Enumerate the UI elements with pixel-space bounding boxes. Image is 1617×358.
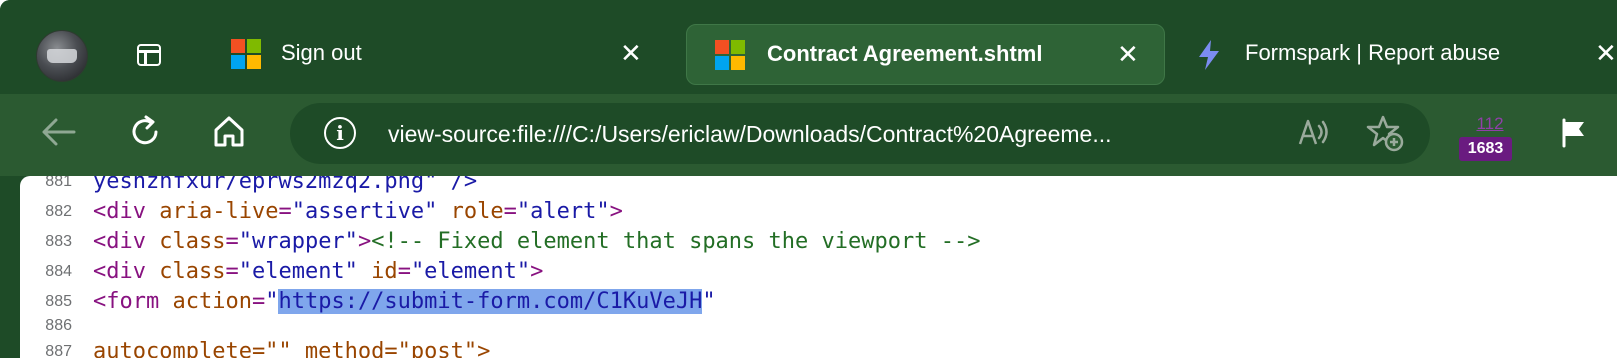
source-line: 884 <div class="element" id="element"> bbox=[20, 256, 1617, 287]
site-info-icon[interactable]: i bbox=[324, 117, 356, 149]
profile-avatar[interactable] bbox=[36, 30, 88, 82]
tab-label: Formspark | Report abuse bbox=[1245, 40, 1501, 65]
tab-formspark[interactable]: Formspark | Report abuse ✕ bbox=[1180, 24, 1617, 85]
tab-sign-out[interactable]: Sign out ✕ bbox=[214, 24, 660, 85]
tab-label: Sign out bbox=[281, 40, 362, 65]
flag-icon[interactable] bbox=[1560, 118, 1588, 148]
code-text: <div class="element" id="element"> bbox=[93, 259, 544, 284]
code-text: yesnznfxur/eprws2mzq2.png" /> bbox=[93, 176, 478, 194]
tab-label: Contract Agreement.shtml bbox=[767, 41, 1043, 66]
read-aloud-icon[interactable] bbox=[1297, 116, 1331, 148]
code-text: autocomplete="" method="post"> bbox=[93, 339, 491, 358]
home-icon[interactable] bbox=[212, 114, 246, 148]
extension-badge-count[interactable]: 1683 bbox=[1459, 137, 1512, 161]
close-tab-icon[interactable]: ✕ bbox=[1117, 41, 1139, 67]
back-icon[interactable] bbox=[40, 117, 76, 147]
browser-window: Sign out ✕ Contract Agreement.shtml ✕ Fo… bbox=[0, 0, 1617, 358]
line-number: 886 bbox=[45, 317, 72, 334]
lightning-icon bbox=[1199, 40, 1219, 70]
tab-contract-agreement[interactable]: Contract Agreement.shtml ✕ bbox=[686, 24, 1165, 85]
source-line: 882 <div aria-live="assertive" role="ale… bbox=[20, 196, 1617, 227]
extension-badge-label[interactable]: 112 bbox=[1470, 114, 1510, 134]
line-number: 885 bbox=[45, 293, 72, 310]
code-text: <div aria-live="assertive" role="alert"> bbox=[93, 199, 623, 224]
url-text[interactable]: view-source:file:///C:/Users/ericlaw/Dow… bbox=[388, 114, 1268, 154]
microsoft-logo-icon bbox=[231, 39, 261, 69]
code-text: <div class="wrapper"><!-- Fixed element … bbox=[93, 229, 981, 254]
line-number: 887 bbox=[45, 343, 72, 358]
line-number: 884 bbox=[45, 263, 72, 280]
microsoft-logo-icon bbox=[715, 40, 745, 70]
refresh-icon[interactable] bbox=[127, 114, 163, 150]
close-tab-icon[interactable]: ✕ bbox=[620, 40, 642, 66]
add-favorite-icon[interactable] bbox=[1366, 114, 1404, 152]
source-line: 883 <div class="wrapper"><!-- Fixed elem… bbox=[20, 226, 1617, 257]
line-number: 882 bbox=[45, 203, 72, 220]
line-number: 883 bbox=[45, 233, 72, 250]
tab-strip: Sign out ✕ Contract Agreement.shtml ✕ Fo… bbox=[0, 0, 1617, 94]
close-tab-icon[interactable]: ✕ bbox=[1595, 40, 1617, 66]
source-line: 881 yesnznfxur/eprws2mzq2.png" /> bbox=[20, 176, 1617, 197]
source-view[interactable]: 881 yesnznfxur/eprws2mzq2.png" /> 882 <d… bbox=[20, 176, 1617, 358]
line-number: 881 bbox=[45, 176, 72, 190]
tab-actions-icon[interactable] bbox=[135, 42, 167, 70]
source-line: 887 autocomplete="" method="post"> bbox=[20, 336, 1617, 358]
